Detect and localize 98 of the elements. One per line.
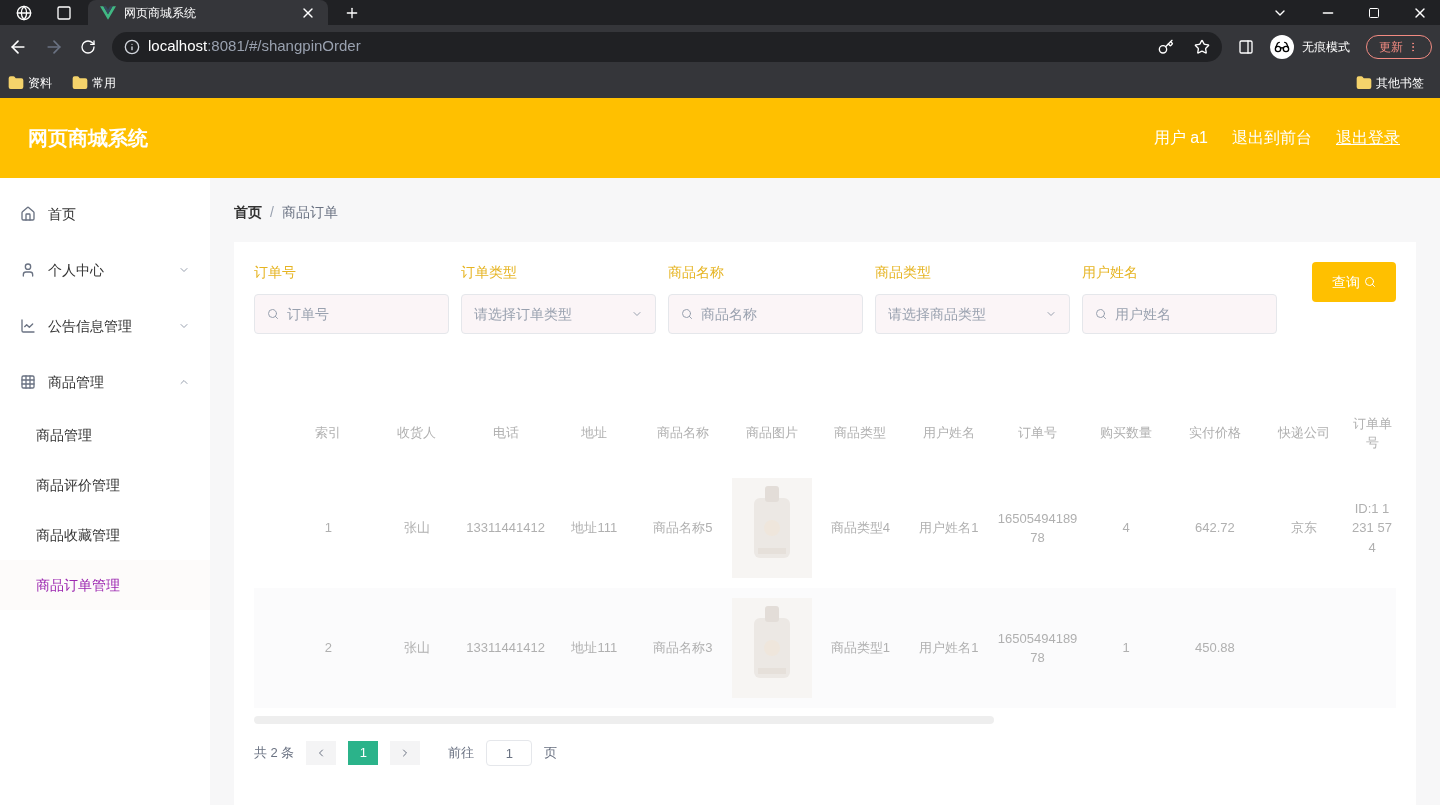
site-title: 网页商城系统 <box>28 126 148 151</box>
search-field[interactable]: 商品名称 <box>668 294 863 334</box>
filter-input[interactable]: 请选择订单类型 <box>474 304 623 324</box>
table-cell: 商品名称3 <box>653 640 713 656</box>
table-cell: 地址111 <box>571 640 618 656</box>
column-header[interactable]: 购买数量 <box>1081 398 1171 468</box>
filter-input[interactable]: 订单号 <box>287 304 436 324</box>
vue-logo-icon <box>100 4 116 21</box>
table-cell: 13311441412 <box>466 640 545 656</box>
page-input[interactable]: 1 <box>486 740 533 766</box>
column-header[interactable]: 快递公司 <box>1259 398 1348 468</box>
home-icon <box>20 206 36 222</box>
select-field[interactable]: 请选择商品类型 <box>875 294 1070 334</box>
filter-label: 商品类型 <box>875 263 932 282</box>
table-cell: 1650549418978 <box>997 510 1078 545</box>
table-cell: 商品名称5 <box>653 520 713 536</box>
select-field[interactable]: 请选择订单类型 <box>461 294 656 334</box>
search-icon <box>1095 308 1107 320</box>
table-cell: 642.72 <box>1195 520 1235 536</box>
column-header[interactable]: 电话 <box>461 398 550 468</box>
submenu-item[interactable]: 商品评价管理 <box>0 460 210 510</box>
filter-input[interactable]: 请选择商品类型 <box>888 304 1037 324</box>
user-icon <box>20 262 36 278</box>
table-cell: 地址111 <box>571 520 618 536</box>
table-cell: 1 <box>324 520 332 536</box>
sidebar-item[interactable]: 个人中心 <box>0 242 210 298</box>
header-link[interactable]: 退出到前台 <box>1232 126 1312 150</box>
goto-label: 前往 <box>448 744 475 763</box>
column-header[interactable]: 商品名称 <box>638 398 728 468</box>
filter-input[interactable]: 用户姓名 <box>1115 304 1264 324</box>
search-field[interactable]: 用户姓名 <box>1082 294 1277 334</box>
grid-icon <box>20 374 36 390</box>
table-cell: 商品类型1 <box>830 640 890 656</box>
table-cell: 1650549418978 <box>997 630 1078 665</box>
column-header[interactable]: 用户姓名 <box>904 398 994 468</box>
filter-input[interactable]: 商品名称 <box>701 304 850 324</box>
column-header[interactable]: 订单号 <box>993 398 1082 468</box>
table-cell: 450.88 <box>1195 640 1235 656</box>
folder-icon[interactable] <box>72 75 88 91</box>
chart-icon <box>20 318 36 334</box>
submenu-item[interactable]: 商品管理 <box>0 410 210 460</box>
table-cell: 13311441412 <box>466 520 545 536</box>
table-cell: 用户姓名1 <box>919 640 979 656</box>
incognito-icon <box>1270 34 1294 59</box>
table-cell: ID:1 1231 574 <box>1352 500 1392 555</box>
breadcrumb-separator: / <box>270 203 274 222</box>
side-panel-icon[interactable] <box>1238 38 1254 55</box>
breadcrumb-item[interactable]: 首页 <box>234 202 262 222</box>
info-icon[interactable] <box>124 38 140 55</box>
search-icon <box>267 308 279 320</box>
sidebar-item[interactable]: 商品管理 <box>0 354 210 410</box>
column-header[interactable]: 收货人 <box>372 398 462 468</box>
reload-icon[interactable] <box>80 38 96 55</box>
column-header[interactable]: 实付价格 <box>1170 398 1260 468</box>
bookmark-star-icon[interactable] <box>1194 38 1210 55</box>
incognito-badge[interactable]: 无痕模式 <box>1270 34 1350 59</box>
table-cell: 2 <box>324 640 332 656</box>
filter-label: 商品名称 <box>668 263 725 282</box>
column-header[interactable]: 订单单号 <box>1348 398 1396 468</box>
key-icon[interactable] <box>1158 38 1174 55</box>
bookmark-item[interactable]: 其他书签 <box>1376 75 1424 91</box>
search-field[interactable]: 订单号 <box>254 294 449 334</box>
browser-tab[interactable]: 网页商城系统 <box>88 0 328 25</box>
table-cell: 商品类型4 <box>830 520 890 536</box>
filter-label: 订单类型 <box>461 263 518 282</box>
address-bar[interactable]: localhost:8081/#/shangpinOrder <box>112 31 1222 62</box>
column-header[interactable]: 地址 <box>549 398 639 468</box>
table-cell: 4 <box>1122 520 1130 536</box>
total-count: 共 2 条 <box>254 744 295 763</box>
table-cell: 张山 <box>404 520 430 536</box>
page-unit: 页 <box>544 744 558 763</box>
page-button[interactable]: 1 <box>348 741 379 765</box>
globe-icon[interactable] <box>16 4 32 21</box>
search-icon <box>1364 276 1376 288</box>
filter-label: 用户姓名 <box>1082 263 1139 282</box>
table-cell: 1 <box>1122 640 1130 656</box>
sidebar-item[interactable]: 公告信息管理 <box>0 298 210 354</box>
filter-label: 订单号 <box>254 263 297 282</box>
table-cell: 京东 <box>1290 520 1317 536</box>
column-header[interactable]: 商品类型 <box>815 398 905 468</box>
search-button[interactable]: 查询 <box>1312 262 1396 302</box>
bookmark-item[interactable]: 常用 <box>92 75 116 91</box>
header-link[interactable]: 退出登录 <box>1336 126 1400 150</box>
breadcrumb-item: 商品订单 <box>281 203 338 222</box>
column-header[interactable]: 商品图片 <box>727 398 816 468</box>
search-icon <box>681 308 693 320</box>
submenu-item[interactable]: 商品订单管理 <box>0 560 210 610</box>
folder-icon[interactable] <box>1356 75 1372 91</box>
table-cell: 张山 <box>404 640 430 656</box>
header-link[interactable]: 用户 a1 <box>1153 126 1208 150</box>
window-icon[interactable] <box>56 4 72 21</box>
submenu-item[interactable]: 商品收藏管理 <box>0 510 210 560</box>
sidebar-item[interactable]: 首页 <box>0 186 210 242</box>
column-header[interactable]: 索引 <box>284 398 373 468</box>
bookmark-item[interactable]: 资料 <box>28 75 52 91</box>
folder-icon[interactable] <box>8 75 24 91</box>
restore-icon[interactable] <box>1368 6 1380 19</box>
table-cell: 用户姓名1 <box>919 520 979 536</box>
